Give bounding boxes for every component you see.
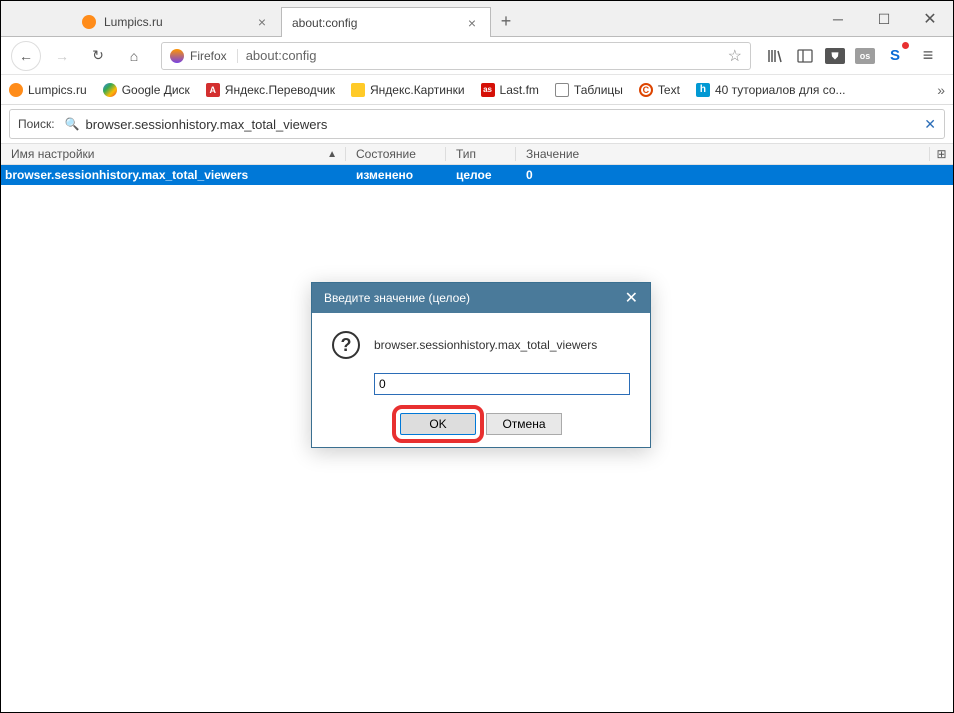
table-row[interactable]: browser.sessionhistory.max_total_viewers…: [1, 165, 953, 185]
close-icon[interactable]: ×: [254, 14, 270, 30]
col-type[interactable]: Тип: [446, 147, 516, 161]
bookmark-yandex-images[interactable]: Яндекс.Картинки: [351, 83, 465, 97]
extension-os-icon[interactable]: os: [853, 44, 877, 68]
col-state[interactable]: Состояние: [346, 147, 446, 161]
cell-name: browser.sessionhistory.max_total_viewers: [5, 168, 346, 182]
window-close-button[interactable]: ✕: [907, 1, 953, 37]
ublock-icon[interactable]: ⛊: [823, 44, 847, 68]
firefox-icon: [170, 49, 184, 63]
yandex-images-icon: [351, 83, 365, 97]
question-icon: ?: [332, 331, 360, 359]
close-icon[interactable]: ×: [464, 15, 480, 31]
lumpics-favicon-icon: [82, 15, 96, 29]
table-header: Имя настройки▲ Состояние Тип Значение ⊞: [1, 143, 953, 165]
dialog-message: ? browser.sessionhistory.max_total_viewe…: [332, 331, 630, 359]
lastfm-icon: as: [481, 83, 495, 97]
bookmark-googledisk[interactable]: Google Диск: [103, 83, 190, 97]
col-value[interactable]: Значение: [516, 147, 929, 161]
menu-button[interactable]: ≡: [913, 41, 943, 71]
sidebar-icon[interactable]: [793, 44, 817, 68]
text-icon: C: [639, 83, 653, 97]
dialog-buttons: OK Отмена: [332, 413, 630, 435]
back-button[interactable]: ←: [11, 41, 41, 71]
cell-state: изменено: [346, 168, 446, 182]
bookmark-lastfm[interactable]: asLast.fm: [481, 83, 539, 97]
dialog-body: ? browser.sessionhistory.max_total_viewe…: [312, 313, 650, 447]
nav-toolbar: ← → ↻ ⌂ Firefox about:config ☆ ⛊ os S ≡: [1, 37, 953, 75]
prompt-dialog: Введите значение (целое) ✕ ? browser.ses…: [311, 282, 651, 448]
tab-aboutconfig[interactable]: about:config ×: [281, 7, 491, 37]
dialog-label: browser.sessionhistory.max_total_viewers: [374, 338, 597, 352]
home-button[interactable]: ⌂: [119, 41, 149, 71]
bookmark-tables[interactable]: Таблицы: [555, 83, 623, 97]
folder-icon: [555, 83, 569, 97]
bookmarks-bar: Lumpics.ru Google Диск AЯндекс.Переводчи…: [1, 75, 953, 105]
search-label: Поиск:: [18, 117, 55, 131]
col-name[interactable]: Имя настройки▲: [11, 147, 346, 161]
reload-button[interactable]: ↻: [83, 41, 113, 71]
dialog-title: Введите значение (целое): [324, 291, 470, 305]
cell-value: 0: [516, 168, 953, 182]
bookmark-star-icon[interactable]: ☆: [728, 46, 742, 66]
bookmark-lumpics[interactable]: Lumpics.ru: [9, 83, 87, 97]
gdrive-icon: [103, 83, 117, 97]
cell-type: целое: [446, 168, 516, 182]
column-picker-icon[interactable]: ⊞: [929, 147, 953, 161]
sort-asc-icon: ▲: [327, 149, 337, 160]
identity-box[interactable]: Firefox: [170, 49, 238, 63]
bookmark-tutorials[interactable]: h40 туториалов для со...: [696, 83, 846, 97]
product-label: Firefox: [190, 49, 227, 63]
forward-button[interactable]: →: [47, 41, 77, 71]
lumpics-icon: [9, 83, 23, 97]
dialog-close-icon[interactable]: ✕: [625, 288, 638, 308]
minimize-button[interactable]: ─: [815, 1, 861, 37]
url-text: about:config: [246, 48, 728, 63]
address-bar[interactable]: Firefox about:config ☆: [161, 42, 751, 70]
title-bar: Lumpics.ru × about:config × + ─ ☐ ✕: [1, 1, 953, 37]
cancel-button[interactable]: Отмена: [486, 413, 562, 435]
tab-label: Lumpics.ru: [104, 15, 246, 29]
search-input[interactable]: [86, 117, 925, 132]
habr-icon: h: [696, 83, 710, 97]
extension-s-icon[interactable]: S: [883, 44, 907, 68]
bookmarks-overflow-icon[interactable]: »: [937, 82, 945, 98]
window-controls: ─ ☐ ✕: [815, 1, 953, 37]
tab-lumpics[interactable]: Lumpics.ru ×: [71, 6, 281, 36]
library-icon[interactable]: [763, 44, 787, 68]
new-tab-button[interactable]: +: [491, 6, 521, 36]
search-icon: 🔍: [65, 117, 80, 131]
clear-search-icon[interactable]: ✕: [924, 116, 936, 133]
maximize-button[interactable]: ☐: [861, 1, 907, 37]
yandex-translate-icon: A: [206, 83, 220, 97]
tab-label: about:config: [292, 16, 456, 30]
config-search-bar: Поиск: 🔍 ✕: [9, 109, 945, 139]
ok-button[interactable]: OK: [400, 413, 476, 435]
bookmark-yandex-translate[interactable]: AЯндекс.Переводчик: [206, 83, 335, 97]
dialog-title-bar: Введите значение (целое) ✕: [312, 283, 650, 313]
bookmark-text[interactable]: CText: [639, 83, 680, 97]
dialog-input[interactable]: [374, 373, 630, 395]
